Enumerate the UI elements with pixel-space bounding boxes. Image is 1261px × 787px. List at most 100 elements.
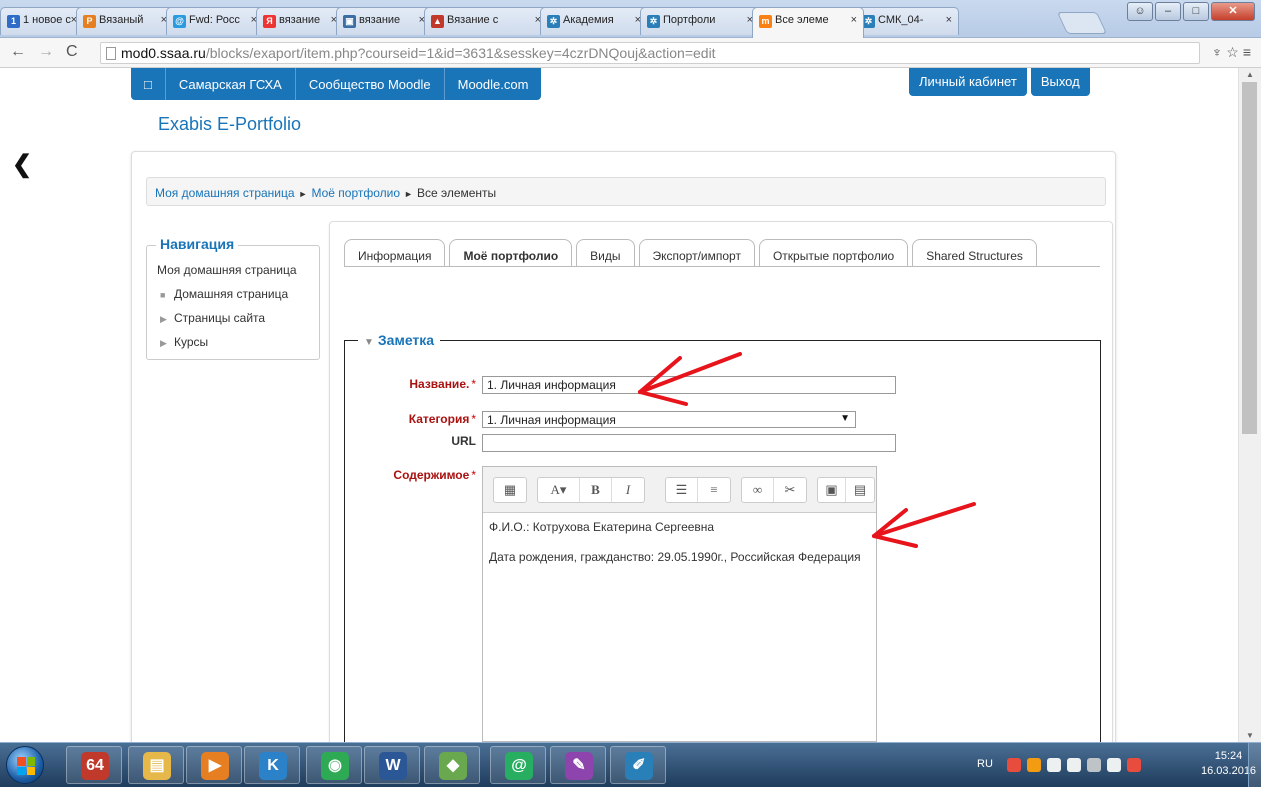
maximize-icon[interactable]: □ [1183, 2, 1209, 21]
academy-icon: ✲ [547, 15, 560, 28]
nav-item-courses[interactable]: ▶ Курсы [160, 335, 208, 349]
tab-open-portfolios[interactable]: Открытые портфолио [758, 239, 909, 267]
chevron-left-icon[interactable]: ❮ [12, 150, 32, 179]
breadcrumb-home[interactable]: Моя домашняя страница [155, 186, 295, 200]
browser-tab[interactable]: ✲ Портфоли × [640, 7, 760, 35]
show-desktop-button[interactable] [1248, 743, 1261, 787]
close-window-icon[interactable]: ✕ [1211, 2, 1255, 21]
nav-link-moodle-com[interactable]: Moodle.com [445, 68, 542, 100]
browser-tab[interactable]: ▣ вязание × [336, 7, 432, 35]
browser-tab[interactable]: ▲ Вязание с × [424, 7, 548, 35]
menu-icon[interactable]: ≡ [1243, 44, 1255, 60]
scroll-thumb[interactable] [1242, 82, 1257, 434]
taskbar-app-media-icon: ▶ [201, 752, 229, 780]
nav-item-home-page[interactable]: ■ Домашняя страница [160, 287, 288, 301]
browser-tab[interactable]: Явязание × [256, 7, 344, 35]
taskbar-app-k[interactable]: K [244, 746, 300, 784]
language-indicator[interactable]: RU [977, 758, 993, 770]
toolbar-group-toggle: ▦ [493, 477, 527, 503]
nav-link-ssaa[interactable]: Самарская ГСХА [166, 68, 296, 100]
nav-link-moodle-community[interactable]: Сообщество Moodle [296, 68, 445, 100]
browser-tab[interactable]: @ Fwd: Росс × [166, 7, 264, 35]
nav-item-label: Страницы сайта [174, 311, 266, 325]
taskbar-app-green-icon: ◆ [439, 752, 467, 780]
image-icon[interactable]: ▣ [818, 478, 846, 502]
scroll-down-icon[interactable]: ▼ [1246, 731, 1254, 740]
forward-arrow-icon[interactable]: → [38, 43, 54, 61]
tab-my-portfolio[interactable]: Моё портфолио [449, 239, 573, 267]
taskbar-app-64-icon: 64 [81, 752, 109, 780]
category-select[interactable]: 1. Личная информация ▼ [482, 411, 856, 428]
link-icon[interactable]: ∞ [742, 478, 774, 502]
browser-menu-icons[interactable]: ♆☆≡ [1212, 44, 1255, 61]
navigation-title[interactable]: Навигация [156, 236, 239, 252]
taskbar-app-draw[interactable]: ✐ [610, 746, 666, 784]
tab-shared-structures[interactable]: Shared Structures [912, 239, 1037, 267]
nav-my-home[interactable]: Моя домашняя страница [157, 263, 297, 277]
unlink-icon[interactable]: ✂ [774, 478, 806, 502]
bluetooth-icon[interactable] [1047, 758, 1061, 772]
toolbar-toggle-icon[interactable]: ▦ [494, 478, 526, 502]
browser-tab[interactable]: ✲ СМК_04- × [855, 7, 959, 35]
taskbar-app-paint[interactable]: ✎ [550, 746, 606, 784]
logout-link[interactable]: Выход [1030, 68, 1090, 96]
dropdown-caret-icon[interactable]: ▼ [840, 413, 850, 424]
start-button[interactable] [6, 746, 44, 784]
breadcrumb-portfolio[interactable]: Моё портфолио [311, 186, 400, 200]
taskbar-app-media[interactable]: ▶ [186, 746, 242, 784]
note-legend[interactable]: ▼ Заметка [358, 332, 441, 348]
new-tab-button[interactable] [1056, 12, 1108, 34]
volume-icon[interactable] [1107, 758, 1121, 772]
mail-icon: 1 [7, 15, 20, 28]
font-style-icon[interactable]: A▾ [538, 478, 580, 502]
content-line-birth: Дата рождения, гражданство: 29.05.1990г.… [489, 550, 861, 564]
back-arrow-icon[interactable]: ← [10, 43, 26, 61]
url-field[interactable]: mod0.ssaa.ru/blocks/exaport/item.php?cou… [100, 42, 1200, 64]
navigation-block: Навигация Моя домашняя страница ■ Домашня… [146, 236, 320, 375]
tab-export-import[interactable]: Экспорт/импорт [638, 239, 755, 267]
site-title[interactable]: Exabis E-Portfolio [158, 114, 301, 135]
page-scrollbar[interactable]: ▲ ▼ [1238, 68, 1261, 742]
network-signal-icon[interactable] [1087, 758, 1101, 772]
taskbar-app-explorer[interactable]: ▤ [128, 746, 184, 784]
url-input[interactable] [482, 434, 896, 452]
extension-icon[interactable]: ♆ [1212, 44, 1227, 60]
expand-triangle-icon[interactable]: ▶ [160, 338, 174, 349]
taskbar-app-chrome[interactable]: ◉ [306, 746, 362, 784]
expand-triangle-icon[interactable]: ▶ [160, 314, 174, 325]
minimize-icon[interactable]: – [1155, 2, 1181, 21]
tray-app-icon[interactable] [1027, 758, 1041, 772]
close-tab-icon[interactable]: × [851, 14, 857, 26]
tray-antivirus-icon[interactable] [1007, 758, 1021, 772]
taskbar-app-green[interactable]: ◆ [424, 746, 480, 784]
tab-information[interactable]: Информация [344, 239, 446, 267]
scroll-up-icon[interactable]: ▲ [1246, 70, 1254, 79]
taskbar-app-64[interactable]: 64 [66, 746, 122, 784]
action-center-flag-icon[interactable] [1127, 758, 1141, 772]
browser-tab-title: Портфоли [663, 14, 716, 26]
browser-tab[interactable]: m Все элеме × [752, 7, 864, 38]
browser-tab[interactable]: P Вязаный × [76, 7, 174, 35]
collapse-triangle-icon[interactable]: ▼ [364, 337, 374, 348]
italic-icon[interactable]: I [612, 478, 644, 502]
browser-tab[interactable]: 11 новое с × [0, 7, 84, 35]
taskbar-app-draw-icon: ✐ [625, 752, 653, 780]
close-tab-icon[interactable]: × [946, 14, 952, 26]
ordered-list-icon[interactable]: ≡ [698, 478, 730, 502]
reload-icon[interactable]: C [66, 43, 78, 61]
taskbar-app-at[interactable]: @ [490, 746, 546, 784]
device-icon[interactable] [1067, 758, 1081, 772]
tab-views[interactable]: Виды [576, 239, 635, 267]
user-icon[interactable]: ☺ [1127, 2, 1153, 21]
bold-icon[interactable]: B [580, 478, 612, 502]
browser-tab[interactable]: ✲ Академия × [540, 7, 648, 35]
nav-item-site-pages[interactable]: ▶ Страницы сайта [160, 311, 265, 325]
tabs-underline [344, 266, 1100, 267]
personal-cabinet-link[interactable]: Личный кабинет [909, 68, 1027, 96]
content-editor: ▦ A▾ B I ☰ ≡ ∞ ✂ ▣ ▤ Ф.И.О.: Котрухова Е… [482, 466, 877, 742]
taskbar-app-word[interactable]: W [364, 746, 420, 784]
home-square-icon[interactable]: □ [131, 68, 166, 100]
bookmark-star-icon[interactable]: ☆ [1226, 44, 1243, 60]
editor-content-area[interactable]: Ф.И.О.: Котрухова Екатерина Сергеевна Да… [483, 514, 876, 741]
unordered-list-icon[interactable]: ☰ [666, 478, 698, 502]
